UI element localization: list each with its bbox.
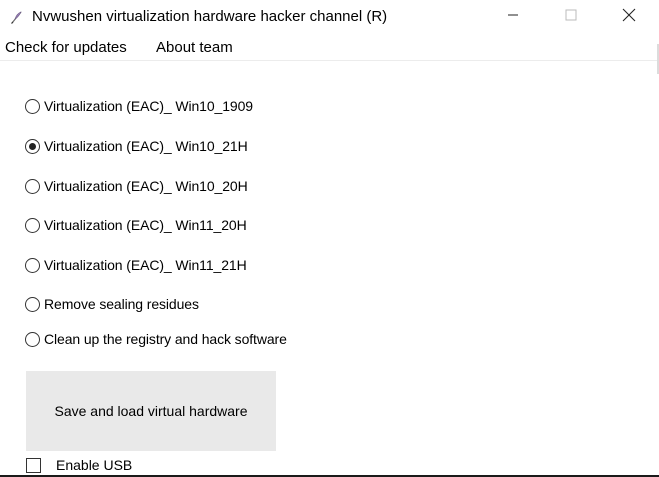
radio-option-win10-21h[interactable]: Virtualization (EAC)_ Win10_21H — [25, 136, 248, 156]
radio-label: Virtualization (EAC)_ Win10_20H — [44, 178, 248, 194]
enable-usb-label: Enable USB — [56, 457, 133, 473]
window-title: Nvwushen virtualization hardware hacker … — [32, 8, 388, 25]
radio-option-clean-registry[interactable]: Clean up the registry and hack software — [25, 329, 287, 349]
app-window: Nvwushen virtualization hardware hacker … — [0, 0, 659, 477]
save-load-hardware-button[interactable]: Save and load virtual hardware — [26, 371, 276, 451]
maximize-icon — [565, 8, 577, 26]
minimize-button[interactable] — [484, 0, 542, 34]
radio-button[interactable] — [25, 98, 40, 114]
radio-button[interactable] — [25, 138, 40, 154]
radio-button[interactable] — [25, 217, 40, 233]
radio-button[interactable] — [25, 296, 40, 312]
radio-label: Virtualization (EAC)_ Win11_20H — [44, 217, 247, 233]
menu-bar: Check for updates About team — [0, 36, 659, 61]
menu-check-updates[interactable]: Check for updates — [5, 39, 127, 57]
radio-option-win10-1909[interactable]: Virtualization (EAC)_ Win10_1909 — [25, 96, 253, 116]
radio-button[interactable] — [25, 178, 40, 194]
radio-label: Remove sealing residues — [44, 296, 199, 312]
minimize-icon — [507, 8, 519, 26]
radio-button[interactable] — [25, 331, 40, 347]
radio-label: Virtualization (EAC)_ Win10_21H — [44, 138, 248, 154]
radio-button[interactable] — [25, 257, 40, 273]
close-button[interactable] — [600, 0, 658, 34]
enable-usb-checkbox[interactable] — [26, 457, 41, 473]
radio-option-win11-20h[interactable]: Virtualization (EAC)_ Win11_20H — [25, 215, 247, 235]
radio-option-win10-20h[interactable]: Virtualization (EAC)_ Win10_20H — [25, 176, 248, 196]
radio-label: Virtualization (EAC)_ Win10_1909 — [44, 98, 253, 114]
radio-option-remove-residues[interactable]: Remove sealing residues — [25, 294, 199, 314]
menu-about-team[interactable]: About team — [156, 39, 233, 57]
title-bar[interactable]: Nvwushen virtualization hardware hacker … — [0, 0, 659, 36]
close-icon — [622, 8, 636, 27]
feather-pen-icon — [9, 9, 25, 25]
radio-option-win11-21h[interactable]: Virtualization (EAC)_ Win11_21H — [25, 255, 247, 275]
radio-label: Virtualization (EAC)_ Win11_21H — [44, 257, 247, 273]
enable-usb-row[interactable]: Enable USB — [26, 456, 132, 474]
maximize-button[interactable] — [542, 0, 600, 34]
radio-label: Clean up the registry and hack software — [44, 331, 287, 347]
